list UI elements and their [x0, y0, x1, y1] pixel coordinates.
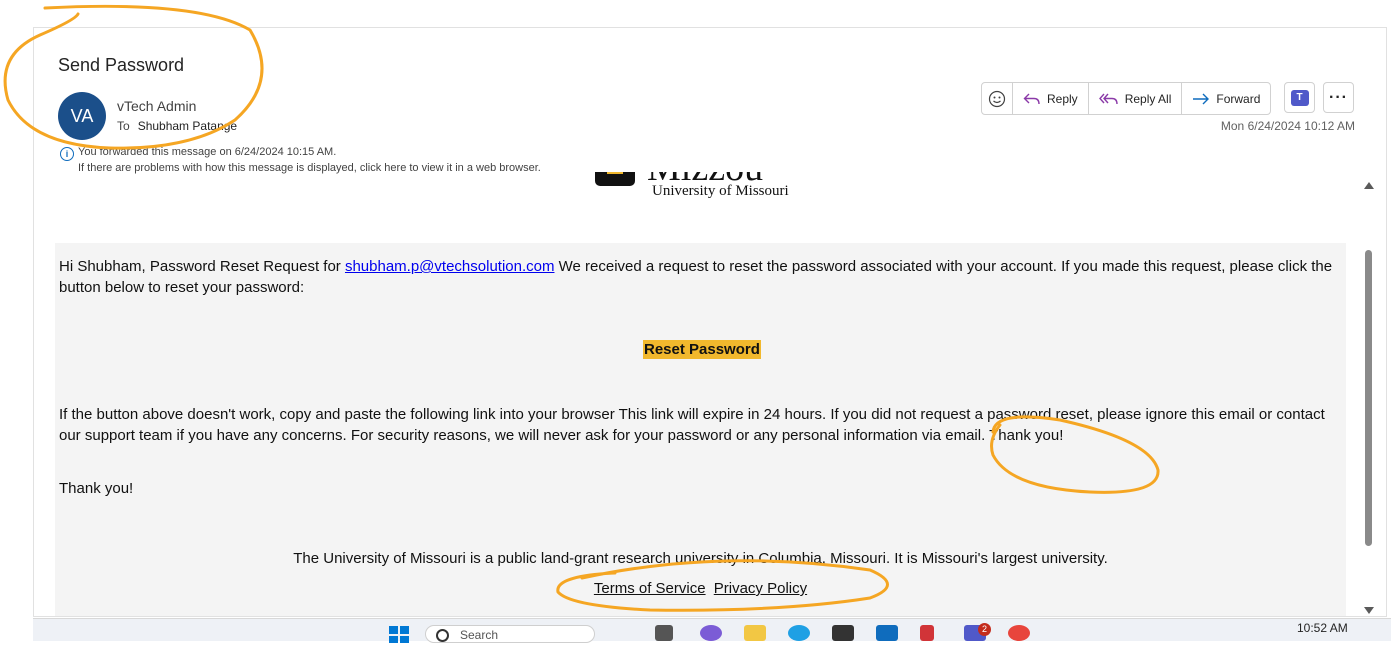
tiger-block-icon: [595, 172, 635, 186]
terms-link[interactable]: Terms of Service: [594, 580, 706, 597]
reply-icon: [1023, 93, 1040, 104]
reply-all-label: Reply All: [1124, 91, 1172, 106]
ellipsis-icon: ···: [1329, 88, 1348, 106]
reply-all-icon: [1098, 93, 1118, 104]
reset-password-button[interactable]: Reset Password: [643, 340, 761, 359]
email-content-panel: Hi Shubham, Password Reset Request for s…: [55, 243, 1346, 616]
app-icon[interactable]: [920, 625, 934, 641]
forward-info-bar[interactable]: i You forwarded this message on 6/24/2024…: [60, 145, 541, 175]
outlook-icon[interactable]: [876, 625, 898, 641]
copilot-icon[interactable]: [700, 625, 722, 641]
forward-button[interactable]: Forward: [1182, 83, 1270, 114]
forward-info-text: You forwarded this message on 6/24/2024 …: [78, 146, 337, 158]
email-subject: Send Password: [58, 55, 185, 75]
received-datetime: Mon 6/24/2024 10:12 AM: [1220, 119, 1355, 133]
message-body: Mizzou University of Missouri Hi Shubham…: [35, 172, 1360, 616]
terminal-icon[interactable]: [832, 625, 854, 641]
reply-label: Reply: [1047, 91, 1078, 106]
start-button[interactable]: [388, 625, 410, 644]
edge-browser-icon[interactable]: [788, 625, 810, 641]
scroll-up-arrow-icon[interactable]: [1364, 182, 1374, 189]
recipient-name[interactable]: Shubham Patange: [138, 119, 237, 133]
body-scrollbar[interactable]: [1362, 180, 1376, 616]
teams-icon: T: [1290, 89, 1309, 106]
windows-logo-icon: [389, 626, 409, 644]
scroll-thumb[interactable]: [1365, 250, 1372, 546]
recipient-row: To Shubham Patange: [117, 119, 237, 133]
task-view-icon[interactable]: [655, 625, 673, 641]
windows-taskbar: Search 2 10:52 AM: [33, 618, 1391, 644]
system-clock[interactable]: 10:52 AM: [1297, 621, 1348, 635]
teams-notification-badge: 2: [978, 623, 991, 636]
teams-share-button[interactable]: T: [1284, 82, 1315, 113]
more-actions-button[interactable]: ···: [1323, 82, 1354, 113]
logo-subtitle: University of Missouri: [652, 183, 789, 199]
footer-links: Terms of Service Privacy Policy: [55, 580, 1346, 597]
scroll-down-arrow-icon[interactable]: [1364, 607, 1374, 614]
reaction-button[interactable]: [982, 83, 1013, 114]
sender-avatar[interactable]: VA: [58, 92, 106, 140]
reply-button[interactable]: Reply: [1013, 83, 1089, 114]
search-icon: [436, 629, 449, 642]
file-explorer-icon[interactable]: [744, 625, 766, 641]
info-icon: i: [60, 147, 74, 161]
chrome-icon[interactable]: [1008, 625, 1030, 641]
greeting-paragraph: Hi Shubham, Password Reset Request for s…: [59, 256, 1344, 298]
greeting-pre: Hi Shubham, Password Reset Request for: [59, 258, 345, 275]
teams-taskbar-icon[interactable]: 2: [964, 623, 991, 641]
to-label: To: [117, 119, 130, 133]
message-actions-toolbar: Reply Reply All Forward: [981, 82, 1272, 115]
fallback-paragraph: If the button above doesn't work, copy a…: [59, 406, 1325, 444]
mizzou-logo: Mizzou University of Missouri: [595, 172, 855, 212]
smiley-icon: [988, 90, 1006, 107]
forward-label: Forward: [1216, 91, 1261, 106]
reply-all-button[interactable]: Reply All: [1089, 83, 1183, 114]
footer-description: The University of Missouri is a public l…: [293, 550, 1108, 567]
sender-name[interactable]: vTech Admin: [117, 98, 196, 114]
email-link[interactable]: shubham.p@vtechsolution.com: [345, 258, 555, 275]
privacy-link[interactable]: Privacy Policy: [714, 580, 807, 597]
thanks-text: Thank you!: [59, 480, 134, 497]
taskbar-search[interactable]: Search: [425, 625, 595, 643]
forward-arrow-icon: [1193, 93, 1210, 104]
